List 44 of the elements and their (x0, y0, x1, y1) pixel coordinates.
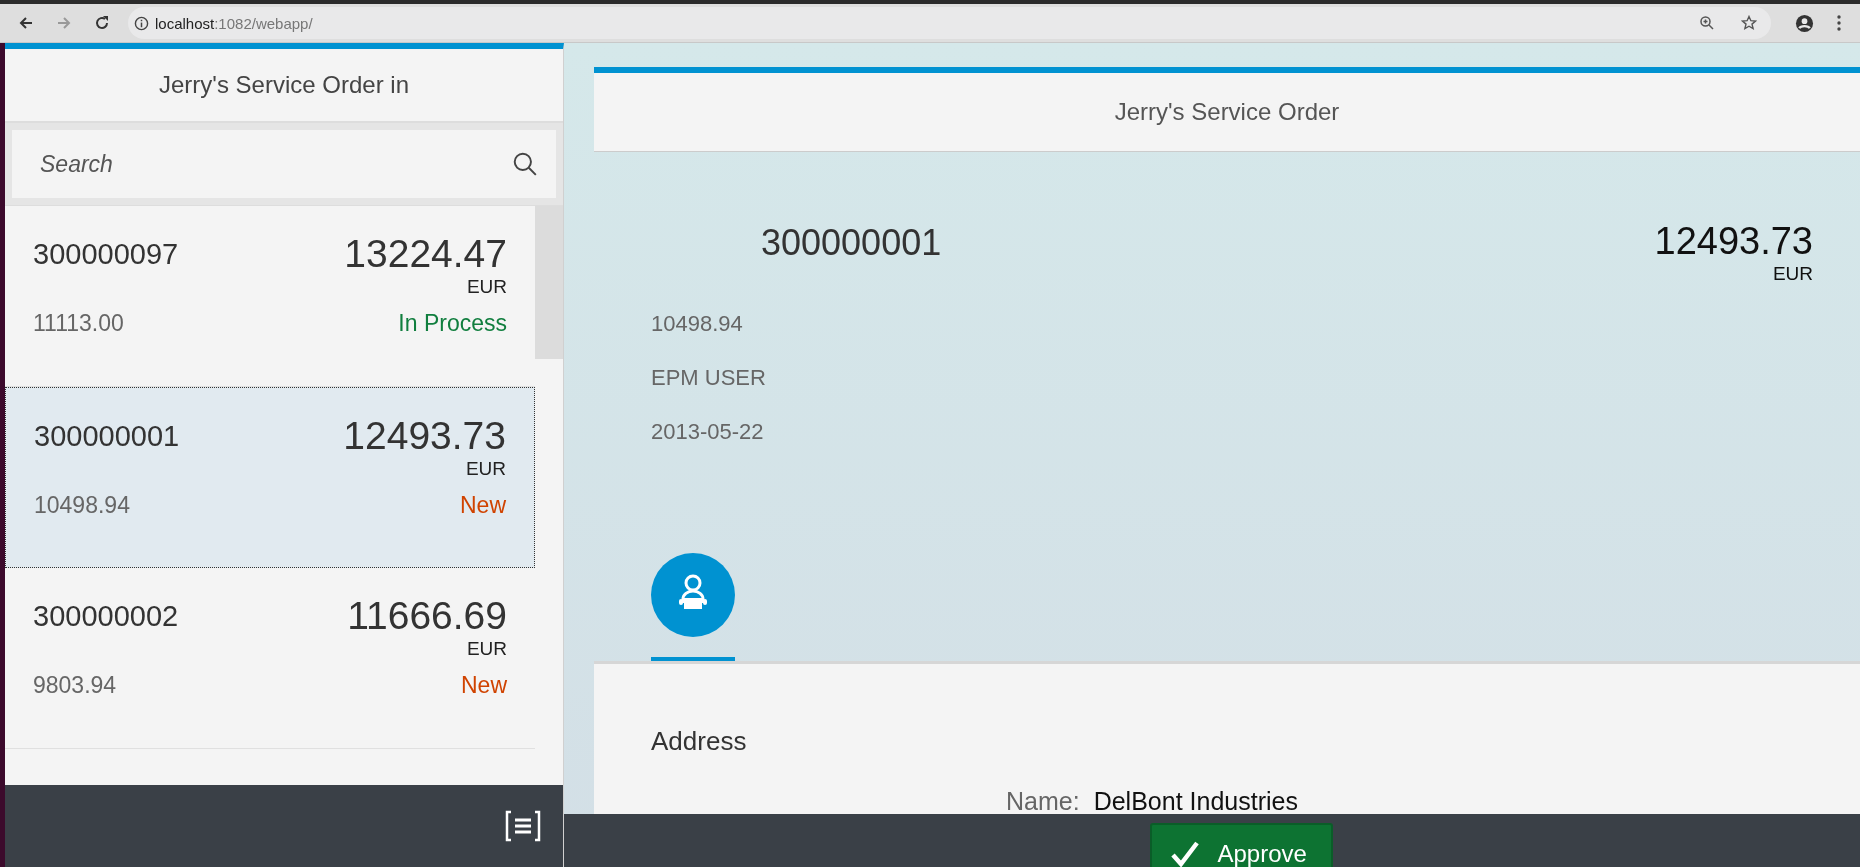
net-amount: 9803.94 (33, 672, 117, 699)
url-host: localhost (155, 14, 215, 32)
order-number: 300000097 (33, 238, 179, 272)
object-attribute: 10498.94 (651, 311, 744, 337)
order-list-item[interactable]: 300000001 12493.73 EUR 10498.94 New (5, 387, 535, 568)
currency: EUR (1772, 263, 1813, 285)
net-amount: 10498.94 (34, 492, 130, 519)
url-path: :1082/webapp/ (214, 14, 313, 32)
checkmark-icon (1169, 839, 1200, 867)
search-icon[interactable] (512, 151, 538, 177)
object-amount: 12493.73 (1654, 220, 1813, 263)
net-amount: 11113.00 (33, 310, 124, 337)
order-amount: 12493.73 (343, 414, 506, 458)
order-number: 300000001 (34, 420, 180, 454)
order-number: 300000002 (33, 600, 179, 634)
section-title: Address (651, 726, 748, 757)
menu-icon[interactable] (1836, 14, 1842, 32)
list-icon[interactable] (503, 810, 543, 842)
master-title: Jerry's Service Order in (159, 71, 409, 99)
order-status: In Process (398, 310, 507, 337)
star-icon[interactable] (1741, 15, 1757, 31)
info-icon (134, 15, 149, 31)
reload-icon[interactable] (94, 15, 110, 31)
field-value: DelBont Industries (1093, 787, 1298, 814)
zoom-icon[interactable] (1699, 15, 1715, 31)
person-at-desk-icon (651, 553, 735, 637)
back-icon[interactable] (18, 15, 34, 31)
address-bar[interactable]: localhost:1082/webapp/ (128, 7, 1771, 39)
currency: EUR (466, 638, 507, 660)
currency: EUR (466, 276, 507, 298)
order-amount: 13224.47 (344, 232, 507, 276)
object-attribute: 2013-05-22 (651, 419, 765, 445)
approve-button[interactable]: Approve (1149, 823, 1333, 867)
object-attribute: EPM USER (651, 365, 767, 391)
order-status: New (461, 672, 507, 699)
currency: EUR (465, 458, 506, 480)
order-amount: 11666.69 (347, 594, 507, 638)
field-label: Name: (1006, 787, 1080, 814)
object-number: 300000001 (761, 222, 942, 265)
detail-title: Jerry's Service Order (1114, 98, 1340, 126)
account-icon[interactable] (1795, 13, 1814, 33)
scrollbar-thumb[interactable] (535, 206, 563, 359)
tab[interactable] (651, 553, 735, 661)
order-status: New (460, 492, 506, 519)
